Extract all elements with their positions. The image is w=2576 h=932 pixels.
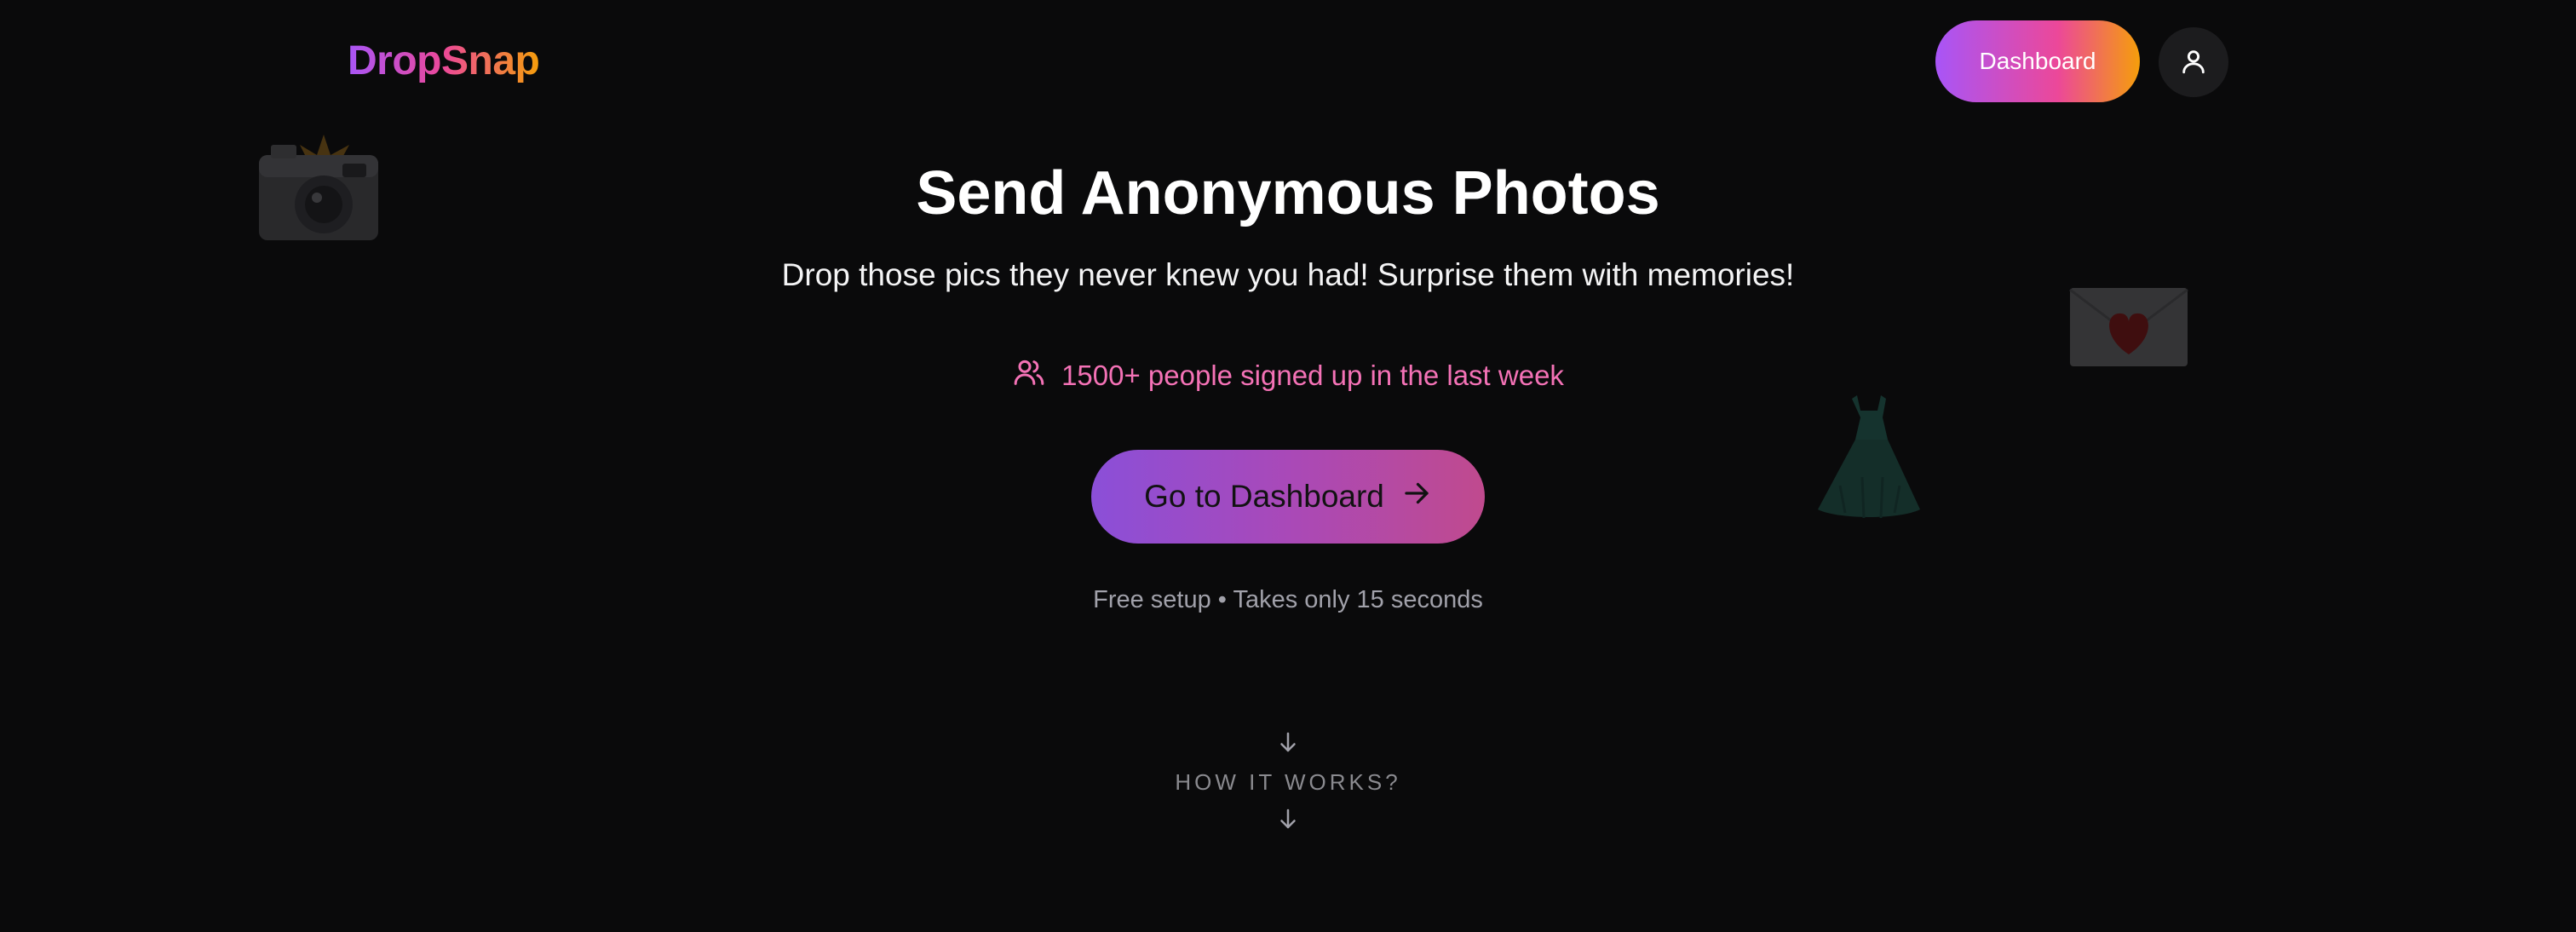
go-to-dashboard-button[interactable]: Go to Dashboard (1091, 450, 1485, 544)
logo[interactable]: DropSnap (348, 37, 540, 84)
arrow-down-icon (1275, 806, 1301, 836)
users-icon (1012, 355, 1046, 396)
arrow-right-icon (1401, 478, 1432, 516)
signup-text: 1500+ people signed up in the last week (1061, 360, 1564, 391)
setup-note: Free setup • Takes only 15 seconds (1093, 586, 1483, 613)
dress-icon (1814, 392, 1923, 524)
profile-button[interactable] (2159, 27, 2228, 97)
hero-subtitle: Drop those pics they never knew you had!… (781, 257, 1795, 292)
user-icon (2179, 47, 2208, 78)
arrow-down-icon (1275, 729, 1301, 759)
cta-label: Go to Dashboard (1144, 479, 1384, 514)
how-it-works-label: HOW IT WORKS? (1175, 769, 1401, 795)
how-it-works[interactable]: HOW IT WORKS? (0, 729, 2576, 836)
signup-stat: 1500+ people signed up in the last week (0, 354, 2576, 397)
page-title: Send Anonymous Photos (916, 159, 1660, 227)
dashboard-button[interactable]: Dashboard (1935, 20, 2140, 102)
